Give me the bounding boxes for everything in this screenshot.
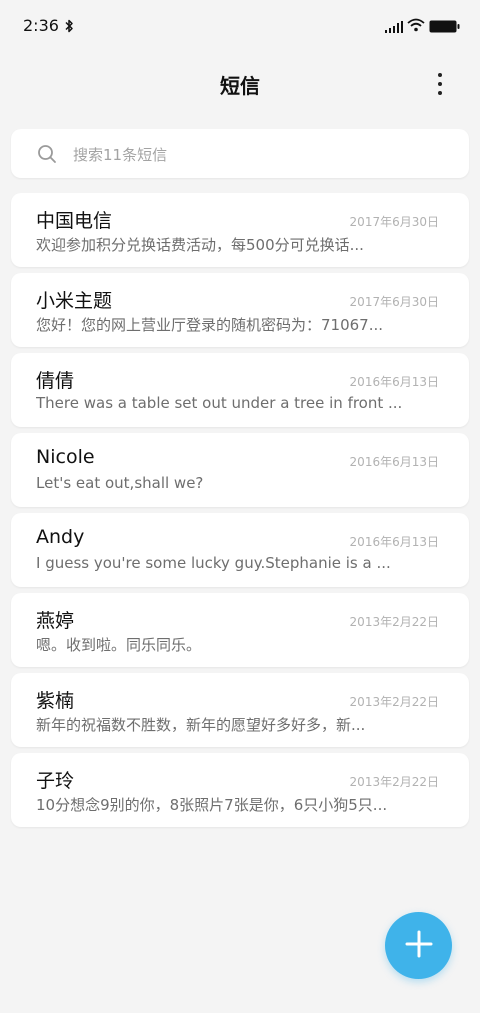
message-date: 2016年6月13日 bbox=[349, 455, 439, 469]
message-date: 2013年2月22日 bbox=[349, 775, 439, 789]
conversation-item[interactable]: 子玲 2013年2月22日 10分想念9别的你，8张照片7张是你，6只小狗5只.… bbox=[11, 753, 469, 827]
conversation-item[interactable]: Nicole 2016年6月13日 Let's eat out,shall we… bbox=[11, 433, 469, 507]
message-date: 2013年2月22日 bbox=[349, 695, 439, 709]
contact-name: 紫楠 bbox=[36, 690, 75, 712]
contact-name: Nicole bbox=[36, 446, 95, 468]
battery-icon bbox=[429, 18, 460, 37]
conversation-list: 中国电信 2017年6月30日 欢迎参加积分兑换话费活动，每500分可兑换话..… bbox=[11, 193, 469, 833]
message-date: 2017年6月30日 bbox=[349, 295, 439, 309]
contact-name: 燕婷 bbox=[36, 610, 75, 632]
new-message-button[interactable] bbox=[385, 912, 452, 979]
message-date: 2013年2月22日 bbox=[349, 615, 439, 629]
contact-name: 倩倩 bbox=[36, 370, 75, 392]
page-title: 短信 bbox=[220, 74, 260, 98]
plus-icon bbox=[405, 930, 433, 962]
signal-icon bbox=[385, 18, 403, 37]
status-bar: 2:36 bbox=[0, 0, 480, 52]
message-preview: 10分想念9别的你，8张照片7张是你，6只小狗5只... bbox=[36, 796, 388, 814]
bluetooth-icon bbox=[64, 18, 74, 37]
contact-name: 中国电信 bbox=[36, 210, 113, 232]
search-input[interactable]: 搜索11条短信 bbox=[11, 129, 469, 178]
message-preview: 嗯。收到啦。同乐同乐。 bbox=[36, 636, 202, 654]
message-preview: 欢迎参加积分兑换话费活动，每500分可兑换话... bbox=[36, 236, 364, 254]
message-date: 2016年6月13日 bbox=[349, 535, 439, 549]
contact-name: 子玲 bbox=[36, 770, 75, 792]
search-icon bbox=[37, 144, 57, 168]
conversation-item[interactable]: 小米主题 2017年6月30日 您好！您的网上营业厅登录的随机密码为：71067… bbox=[11, 273, 469, 347]
status-time: 2:36 bbox=[23, 16, 59, 35]
conversation-item[interactable]: 倩倩 2016年6月13日 There was a table set out … bbox=[11, 353, 469, 427]
conversation-item[interactable]: 紫楠 2013年2月22日 新年的祝福数不胜数，新年的愿望好多好多，新... bbox=[11, 673, 469, 747]
contact-name: 小米主题 bbox=[36, 290, 113, 312]
wifi-icon bbox=[407, 17, 425, 36]
message-preview: 新年的祝福数不胜数，新年的愿望好多好多，新... bbox=[36, 716, 366, 734]
message-preview: There was a table set out under a tree i… bbox=[36, 394, 403, 412]
message-preview: 您好！您的网上营业厅登录的随机密码为：71067... bbox=[36, 316, 384, 334]
conversation-item[interactable]: 中国电信 2017年6月30日 欢迎参加积分兑换话费活动，每500分可兑换话..… bbox=[11, 193, 469, 267]
message-preview: Let's eat out,shall we? bbox=[36, 474, 204, 492]
more-vertical-icon[interactable] bbox=[426, 68, 454, 100]
title-bar: 短信 bbox=[0, 60, 480, 108]
search-placeholder: 搜索11条短信 bbox=[73, 146, 168, 164]
message-preview: I guess you're some lucky guy.Stephanie … bbox=[36, 554, 391, 572]
message-date: 2016年6月13日 bbox=[349, 375, 439, 389]
contact-name: Andy bbox=[36, 526, 85, 548]
conversation-item[interactable]: 燕婷 2013年2月22日 嗯。收到啦。同乐同乐。 bbox=[11, 593, 469, 667]
conversation-item[interactable]: Andy 2016年6月13日 I guess you're some luck… bbox=[11, 513, 469, 587]
message-date: 2017年6月30日 bbox=[349, 215, 439, 229]
